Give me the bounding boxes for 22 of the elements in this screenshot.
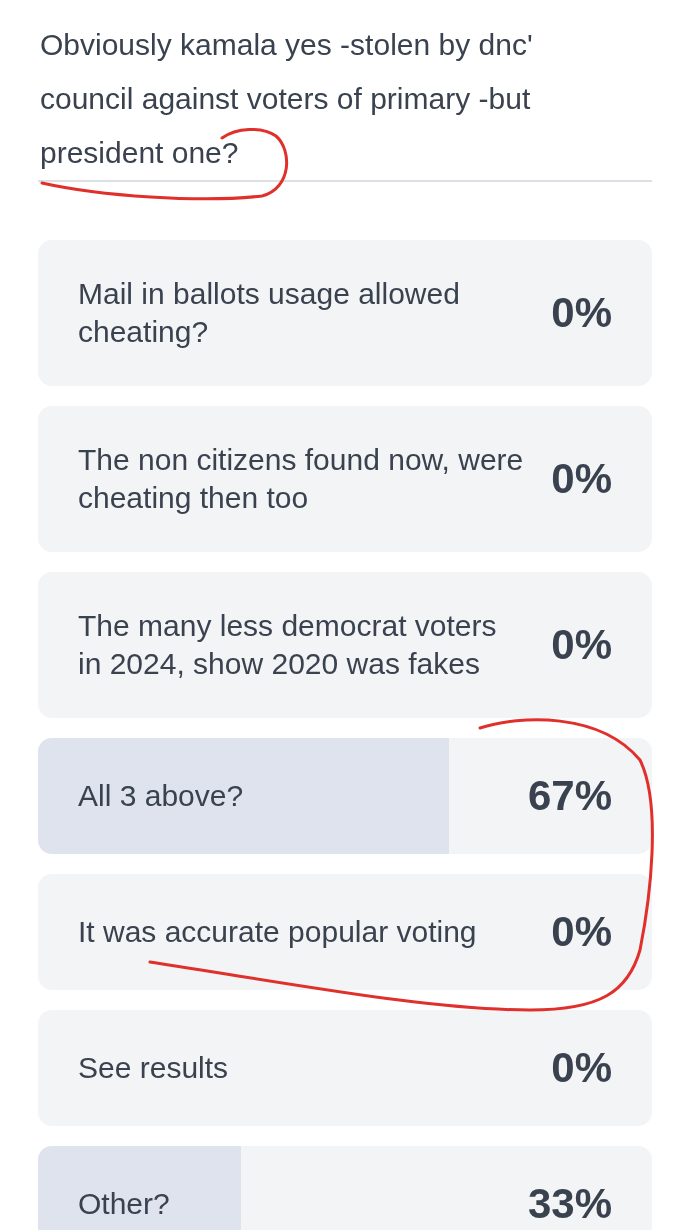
poll-option[interactable]: All 3 above? 67% [38,738,652,854]
poll-option[interactable]: Mail in ballots usage allowed cheating? 0% [38,240,652,386]
option-label: Other? [78,1186,171,1222]
option-label: The non citizens found now, were cheating then too [78,442,525,516]
option-label: The many less democrat voters in 2024, show 2020 was fakes [78,608,498,682]
poll-option[interactable]: Other? 33% [38,1146,652,1230]
option-label: It was accurate popular voting [78,914,478,950]
poll-option[interactable]: The non citizens found now, were cheating then too 0% [38,406,652,552]
option-percent: 33% [527,1180,612,1228]
poll-option[interactable]: See results 0% [38,1010,652,1126]
option-percent: 0% [551,289,612,337]
option-percent: 0% [551,1044,612,1092]
option-percent: 0% [551,621,612,669]
option-percent: 0% [551,908,612,956]
option-percent: 67% [527,772,612,820]
option-label: All 3 above? [78,778,245,814]
poll-option[interactable]: It was accurate popular voting 0% [38,874,652,990]
poll-question: Obviously kamala yes -stolen by dnc' council against voters of primary -but president one? [38,18,652,182]
option-percent: 0% [551,455,612,503]
option-label: Mail in ballots usage allowed cheating? [78,276,461,350]
poll-option[interactable]: The many less democrat voters in 2024, show 2020 was fakes 0% [38,572,652,718]
option-label: See results [78,1050,230,1086]
